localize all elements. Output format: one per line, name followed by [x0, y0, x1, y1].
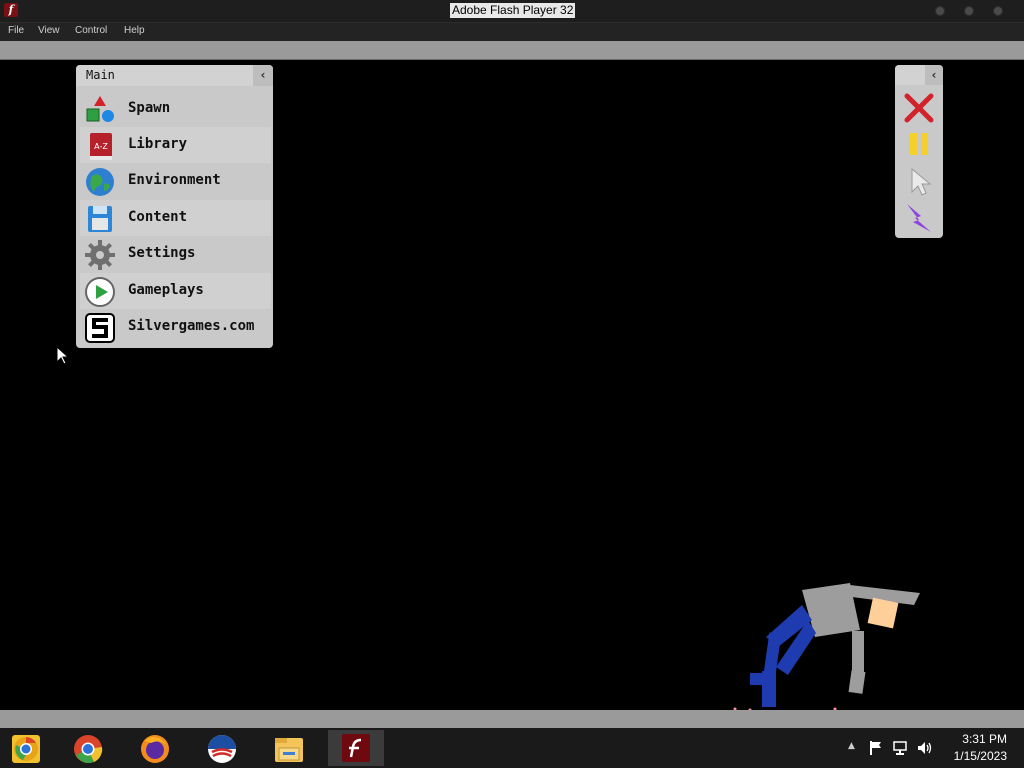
network-icon[interactable] [892, 740, 908, 756]
flash-icon[interactable]: f [4, 3, 18, 17]
taskbar-app-chrome[interactable] [60, 730, 116, 766]
main-panel-header: Main ‹ [76, 65, 273, 86]
chrome-icon [74, 735, 103, 764]
menu-item-label: Silvergames.com [128, 318, 255, 334]
menu-item-spawn[interactable]: Spawn [80, 91, 271, 127]
ground-floor [0, 710, 1024, 728]
minimize-icon[interactable] [935, 6, 945, 16]
taskbar-app-flash-player[interactable] [328, 730, 384, 766]
maximize-icon[interactable] [964, 6, 974, 16]
menu-help[interactable]: Help [124, 25, 145, 36]
close-icon[interactable] [993, 6, 1003, 16]
menu-item-content[interactable]: Content [80, 200, 271, 236]
file-explorer-icon [275, 738, 303, 762]
menu-bar: File View Control Help [0, 22, 1024, 41]
menu-item-label: Content [128, 209, 188, 225]
menu-item-settings[interactable]: Settings [80, 236, 271, 272]
shapes-icon [86, 96, 114, 122]
menu-control[interactable]: Control [75, 25, 107, 36]
taskbar: ▲ 3:31 PM 1/15/2023 [0, 728, 1024, 768]
menu-item-gameplays[interactable]: Gameplays [80, 273, 271, 309]
book-icon-text: A-Z [94, 142, 108, 151]
taskbar-app-firefox[interactable] [127, 730, 183, 766]
window-title: Adobe Flash Player 32 [450, 3, 576, 18]
tool-panel: ‹ [895, 65, 943, 238]
main-menu-panel: Main ‹ Spawn A-Z Library Environment Con… [76, 65, 273, 348]
action-center-flag-icon[interactable] [868, 740, 884, 756]
menu-item-silvergames[interactable]: Silvergames.com [80, 309, 271, 345]
chrome-canary-icon [12, 735, 40, 763]
menu-item-label: Settings [128, 245, 196, 261]
book-icon: A-Z [90, 133, 112, 160]
menu-item-environment[interactable]: Environment [80, 163, 271, 199]
cursor-icon[interactable] [903, 166, 935, 198]
ragdoll-character[interactable] [720, 575, 940, 715]
silvergames-logo-icon [85, 313, 115, 343]
menu-item-library[interactable]: A-Z Library [80, 127, 271, 163]
chevron-left-icon[interactable]: ‹ [253, 65, 273, 86]
toolbar-strip [0, 41, 1024, 60]
mouse-cursor-icon [56, 346, 70, 365]
flash-player-icon [342, 734, 370, 762]
menu-item-label: Environment [128, 172, 221, 188]
volume-icon[interactable] [916, 740, 934, 756]
menu-file[interactable]: File [8, 25, 24, 36]
show-hidden-icons-icon[interactable]: ▲ [848, 741, 855, 751]
menu-item-label: Library [128, 136, 188, 152]
red-x-icon[interactable] [903, 92, 935, 124]
firefox-icon [141, 735, 169, 763]
floppy-disk-icon [88, 206, 112, 232]
menu-view[interactable]: View [38, 25, 60, 36]
play-icon [85, 277, 115, 307]
clock-date[interactable]: 1/15/2023 [954, 749, 1007, 763]
main-panel-title: Main [86, 68, 115, 82]
taskbar-app-obama[interactable] [194, 730, 250, 766]
taskbar-app-chrome-canary[interactable] [0, 730, 56, 766]
tool-panel-header: ‹ [895, 65, 943, 85]
menu-item-label: Gameplays [128, 282, 204, 298]
lightning-icon[interactable] [903, 202, 935, 234]
menu-item-label: Spawn [128, 100, 171, 116]
taskbar-app-file-explorer[interactable] [261, 730, 317, 766]
pause-icon[interactable] [903, 129, 935, 161]
clock-time[interactable]: 3:31 PM [962, 732, 1007, 746]
chevron-left-icon[interactable]: ‹ [925, 65, 943, 85]
globe-icon [86, 168, 114, 196]
obama-logo-icon [208, 735, 236, 763]
title-bar: f Adobe Flash Player 32 [0, 0, 1024, 22]
gear-icon [85, 240, 115, 270]
